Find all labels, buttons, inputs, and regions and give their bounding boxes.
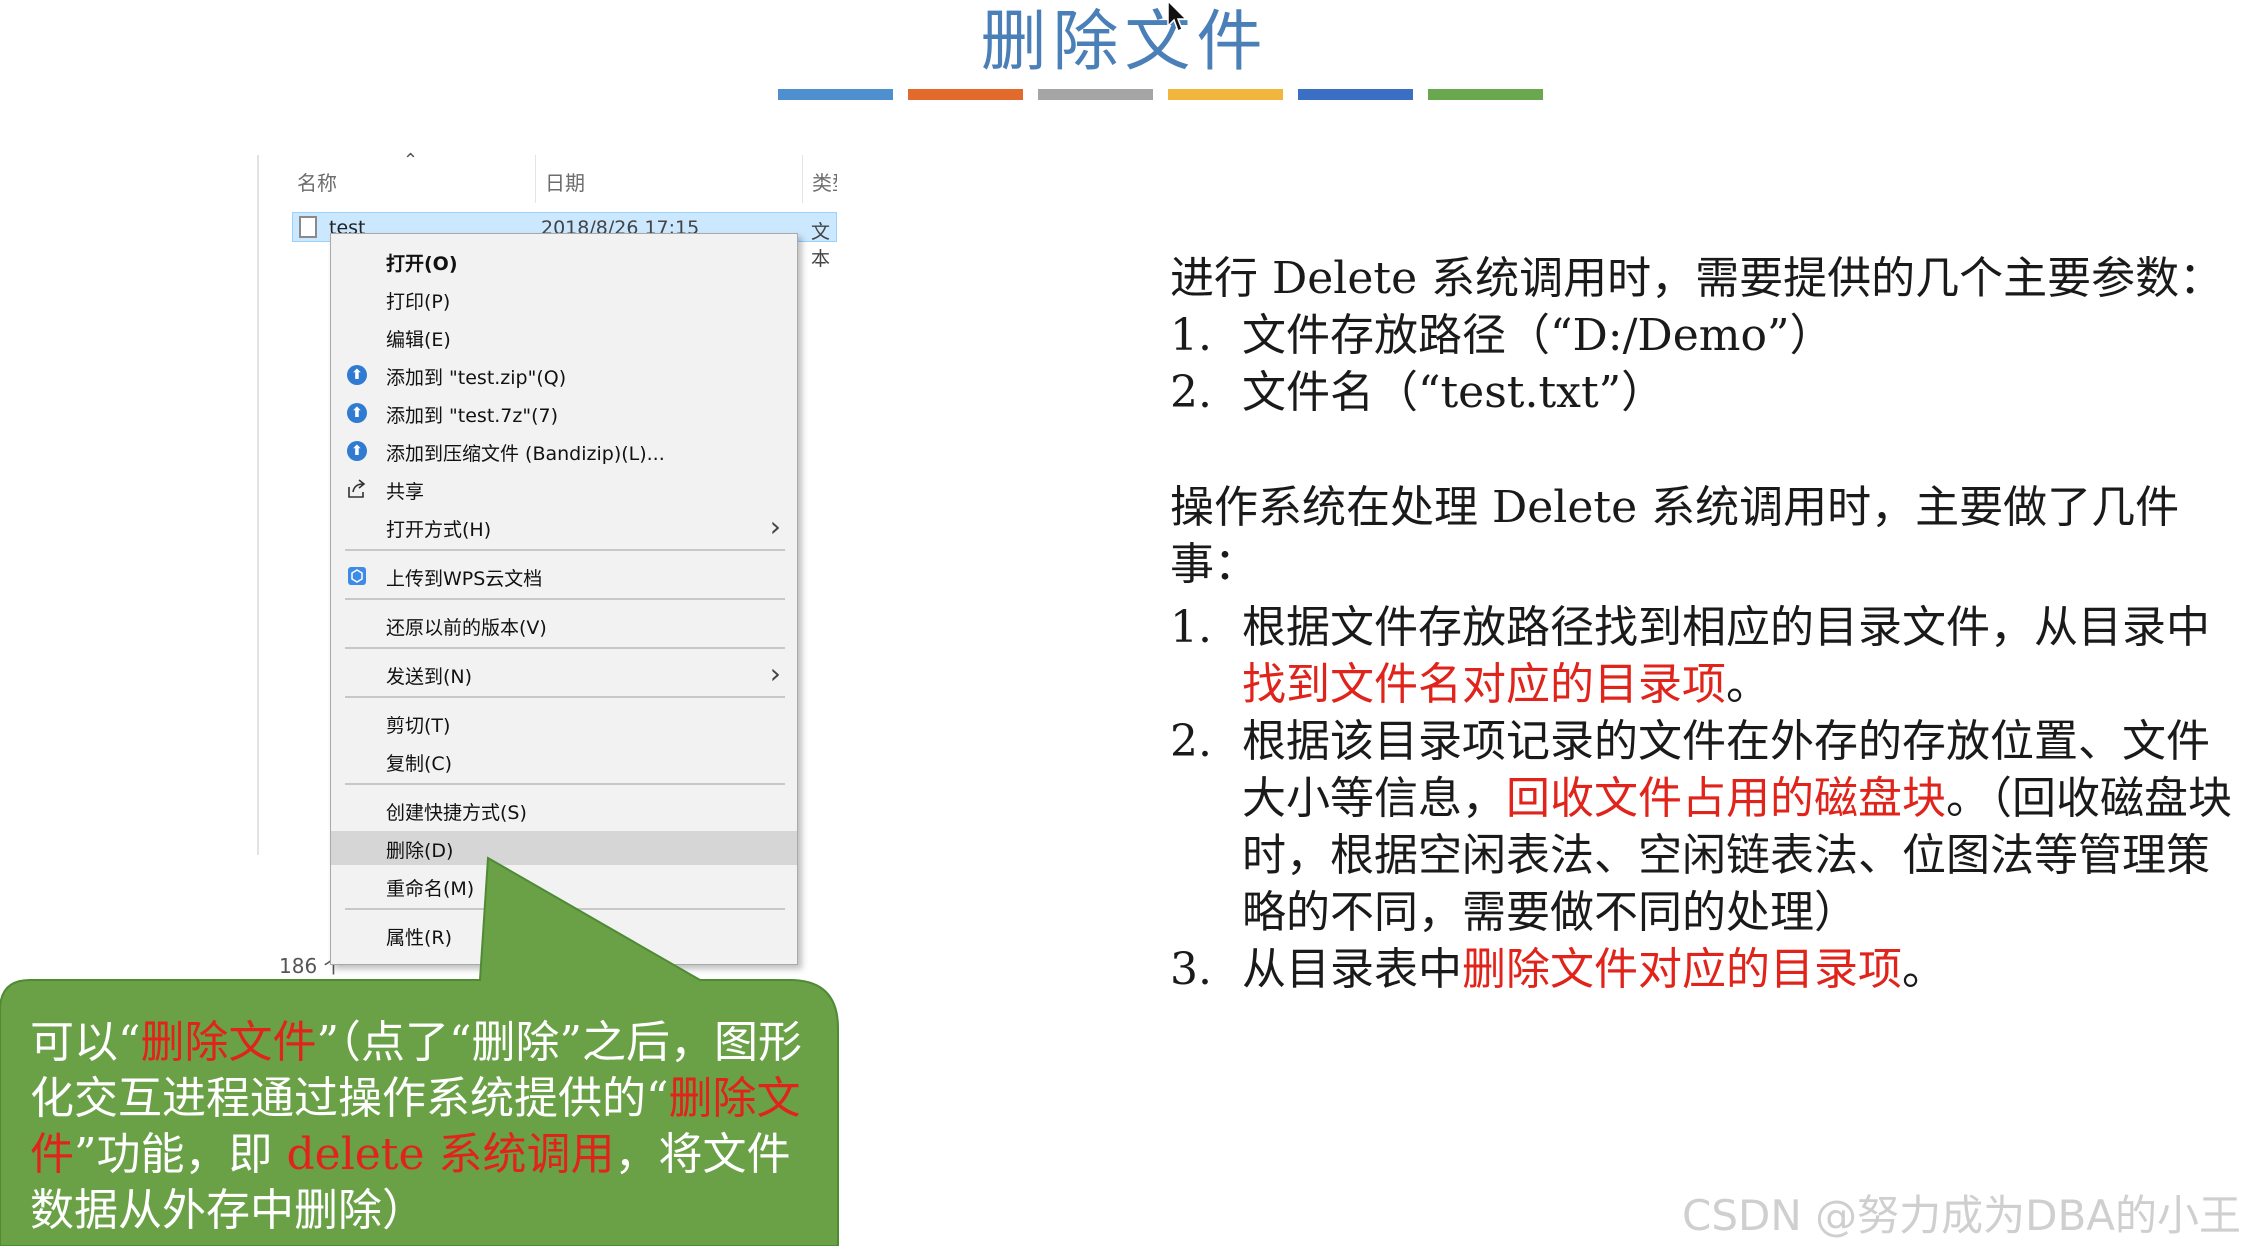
menu-item-label: 打开方式(H) [386,519,492,541]
share-icon [348,479,366,498]
list-number: 2. [1170,367,1212,418]
file-type: 文本 [811,221,831,270]
menu-item-label: 共享 [386,481,425,503]
callout-part: 可以“ [30,1017,141,1068]
list-number: 1. [1170,310,1212,361]
params-intro: 进行 Delete 系统调用时，需要提供的几个主要参数： [1170,253,2224,304]
menu-separator [345,908,785,910]
bandizip-icon: ⬆ [347,403,367,423]
menu-item-label: 添加到 "test.zip"(Q) [386,367,567,389]
menu-item-label: 创建快捷方式(S) [386,802,527,824]
menu-item-add-to-7z[interactable]: ⬆ 添加到 "test.7z"(7) [331,396,797,430]
menu-separator [345,549,785,551]
submenu-chevron-icon: › [769,510,781,543]
step-highlight: 找到文件名对应的目录项 [1242,659,1726,710]
param-item: 2. 文件名（“test.txt”） [1170,364,2245,421]
stripe-3 [1038,89,1153,100]
column-header-type[interactable]: 类型 [812,167,837,196]
column-separator[interactable] [535,155,536,203]
process-intro: 操作系统在处理 Delete 系统调用时，主要做了几件事： [1170,482,2180,590]
callout-highlight: 删除文件 [140,1017,317,1068]
process-step-1: 1. 根据文件存放路径找到相应的目录文件，从目录中找到文件名对应的目录项。 [1170,599,2245,713]
callout-highlight: delete 系统调用 [286,1129,615,1180]
process-step-3: 3. 从目录表中删除文件对应的目录项。 [1170,941,2245,998]
menu-separator [345,783,785,785]
process-step-2: 2. 根据该目录项记录的文件在外存的存放位置、文件大小等信息，回收文件占用的磁盘块… [1170,713,2245,941]
param-text: 文件存放路径（“D:/Demo”） [1242,310,1834,361]
menu-item-label: 添加到 "test.7z"(7) [386,405,559,427]
menu-item-delete[interactable]: 删除(D) [331,831,797,865]
column-separator[interactable] [802,155,803,203]
menu-item-add-to-zip[interactable]: ⬆ 添加到 "test.zip"(Q) [331,358,797,392]
menu-item-label: 打开(O) [386,253,458,275]
csdn-watermark: CSDN @努力成为DBA的小王 [1682,1191,2241,1240]
column-header-name[interactable]: 名称 [297,167,337,196]
menu-item-rename[interactable]: 重命名(M) [331,869,797,903]
stripe-4 [1168,89,1283,100]
menu-item-restore-versions[interactable]: 还原以前的版本(V) [331,608,797,642]
slide-title: 删除文件 [980,3,1269,80]
menu-item-upload-wps[interactable]: 上传到WPS云文档 [331,559,797,593]
step-highlight: 回收文件占用的磁盘块 [1506,773,1946,824]
menu-item-edit[interactable]: 编辑(E) [331,320,797,354]
column-header-date[interactable]: 日期 [545,167,585,196]
param-item: 1. 文件存放路径（“D:/Demo”） [1170,307,2245,364]
menu-item-label: 打印(P) [386,291,451,313]
step-text: 从目录表中 [1242,944,1462,995]
stripe-6 [1428,89,1543,100]
menu-item-send-to[interactable]: 发送到(N) › [331,657,797,691]
menu-item-label: 发送到(N) [386,666,473,688]
menu-item-label: 上传到WPS云文档 [386,568,543,590]
menu-item-open-with[interactable]: 打开方式(H) › [331,510,797,544]
menu-item-print[interactable]: 打印(P) [331,282,797,316]
menu-item-label: 编辑(E) [386,329,451,351]
sort-ascending-icon[interactable]: ⌃ [403,150,418,171]
menu-item-label: 重命名(M) [386,878,475,900]
list-number: 2. [1170,716,1212,767]
mouse-pointer-icon [1167,0,1188,33]
menu-item-open[interactable]: 打开(O) [331,244,797,278]
step-text: 。 [1902,944,1946,995]
menu-item-add-to-archive[interactable]: ⬆ 添加到压缩文件 (Bandizip)(L)... [331,434,797,468]
menu-item-create-shortcut[interactable]: 创建快捷方式(S) [331,793,797,827]
explorer-left-edge [257,155,259,855]
submenu-chevron-icon: › [769,657,781,690]
callout-text: 可以“删除文件”（点了“删除”之后，图形化交互进程通过操作系统提供的“删除文件”… [30,1015,810,1239]
stripe-5 [1298,89,1413,100]
callout-part: ”功能，即 [74,1129,287,1180]
menu-item-label: 添加到压缩文件 (Bandizip)(L)... [386,443,665,465]
menu-item-copy[interactable]: 复制(C) [331,744,797,778]
stripe-1 [778,89,893,100]
bandizip-icon: ⬆ [347,441,367,461]
context-menu: 打开(O) 打印(P) 编辑(E) ⬆ 添加到 "test.zip"(Q) ⬆ … [330,233,798,965]
list-number: 1. [1170,602,1212,653]
menu-item-label: 复制(C) [386,753,453,775]
step-text: 。 [1726,659,1770,710]
step-highlight: 删除文件对应的目录项 [1462,944,1902,995]
list-number: 3. [1170,944,1212,995]
step-text: 根据文件存放路径找到相应的目录文件，从目录中 [1242,602,2210,653]
param-text: 文件名（“test.txt”） [1242,367,1666,418]
text-file-icon [299,216,317,238]
menu-item-label: 属性(R) [386,927,453,949]
wps-cloud-icon [348,567,366,585]
stripe-2 [908,89,1023,100]
menu-separator [345,598,785,600]
bandizip-icon: ⬆ [347,365,367,385]
menu-item-label: 删除(D) [386,840,454,862]
menu-item-properties[interactable]: 属性(R) [331,918,797,952]
menu-item-cut[interactable]: 剪切(T) [331,706,797,740]
menu-separator [345,696,785,698]
explanation-panel: 进行 Delete 系统调用时，需要提供的几个主要参数： 1. 文件存放路径（“D… [1170,250,2245,998]
menu-item-share[interactable]: 共享 [331,472,797,506]
menu-separator [345,647,785,649]
menu-item-label: 剪切(T) [386,715,451,737]
menu-item-label: 还原以前的版本(V) [386,617,547,639]
